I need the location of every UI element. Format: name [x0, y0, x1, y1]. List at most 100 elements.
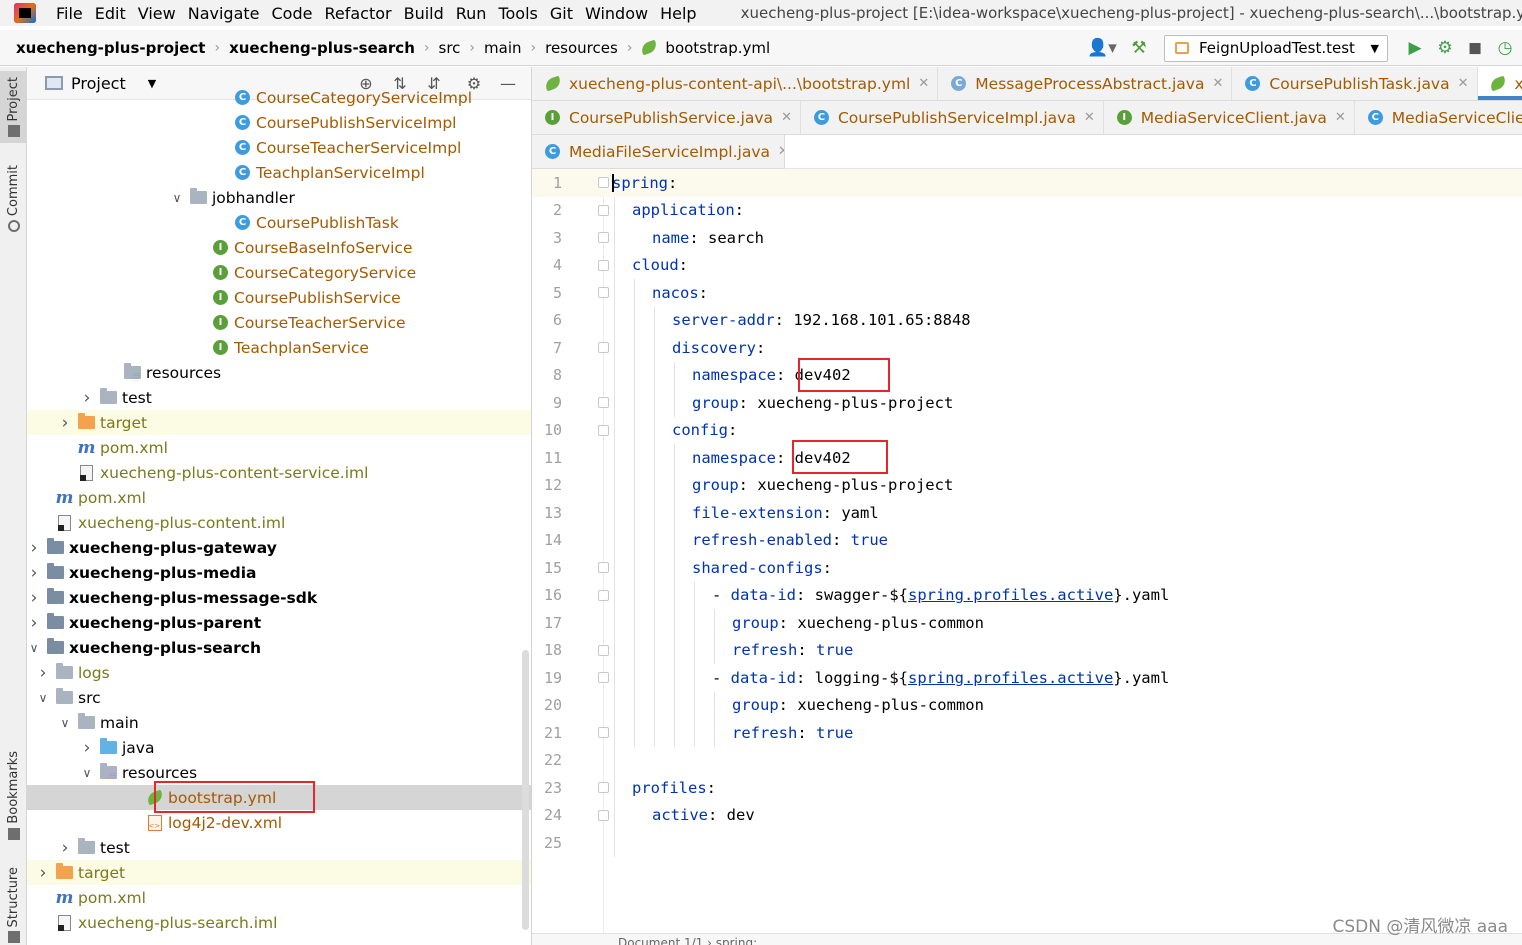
chevron-down-icon[interactable]: ∨ [36, 691, 50, 705]
tree-item-pom-xml[interactable]: m pom.xml [27, 885, 531, 910]
chevron-right-icon[interactable]: › [27, 538, 41, 558]
editor-tab-coursepublishtask-java[interactable]: C CoursePublishTask.java ✕ [1232, 67, 1478, 100]
tree-item-src[interactable]: ∨ src [27, 685, 531, 710]
menu-refactor[interactable]: Refactor [320, 4, 399, 23]
tree-item-logs[interactable]: › logs [27, 660, 531, 685]
tree-item-pom-xml[interactable]: m pom.xml [27, 485, 531, 510]
menu-navigate[interactable]: Navigate [184, 4, 268, 23]
tree-item-xuecheng-plus-parent[interactable]: › xuecheng-plus-parent [27, 610, 531, 635]
menu-code[interactable]: Code [268, 4, 321, 23]
menu-file[interactable]: File [52, 4, 91, 23]
breadcrumb-item-xuecheng-plus-search[interactable]: xuecheng-plus-search [225, 39, 419, 57]
editor-tab-coursepublishserviceimpl-java[interactable]: C CoursePublishServiceImpl.java ✕ [801, 101, 1104, 134]
intellij-logo-icon[interactable] [14, 3, 36, 23]
fold-icon[interactable] [598, 204, 609, 216]
close-icon[interactable]: ✕ [918, 76, 929, 91]
tree-item-xuecheng-plus-message-sdk[interactable]: › xuecheng-plus-message-sdk [27, 585, 531, 610]
tree-item-coursepublishserviceimpl[interactable]: C CoursePublishServiceImpl [27, 110, 531, 135]
menu-help[interactable]: Help [656, 4, 704, 23]
tree-item-courseteacherserviceimpl[interactable]: C CourseTeacherServiceImpl [27, 135, 531, 160]
breadcrumb-item-main[interactable]: main [480, 39, 525, 57]
menu-tools[interactable]: Tools [494, 4, 545, 23]
fold-end-icon[interactable] [598, 397, 609, 408]
breadcrumb-item-xuecheng-plus-project[interactable]: xuecheng-plus-project [12, 39, 209, 57]
tree-scrollbar[interactable] [522, 650, 529, 930]
chevron-right-icon[interactable]: › [27, 613, 41, 633]
code-editor[interactable]: 1 spring: 2 application: 3 name: search 4 cloud… [532, 169, 1522, 945]
tree-item-xuecheng-plus-search-iml[interactable]: xuecheng-plus-search.iml [27, 910, 531, 935]
tree-item-coursebaseinfoservice[interactable]: I CourseBaseInfoService [27, 235, 531, 260]
tool-window-project[interactable]: Project [0, 71, 27, 144]
tree-item-xuecheng-plus-content-iml[interactable]: xuecheng-plus-content.iml [27, 510, 531, 535]
fold-end-icon[interactable] [598, 809, 609, 821]
fold-end-icon[interactable] [598, 727, 609, 738]
tree-item-target[interactable]: › target [27, 410, 531, 435]
fold-icon[interactable] [598, 782, 609, 793]
fold-icon[interactable] [598, 287, 609, 298]
editor-tab-mediaserviceclient-java[interactable]: I MediaServiceClient.java ✕ [1104, 101, 1355, 134]
chevron-down-icon[interactable]: ∨ [58, 716, 72, 730]
menu-build[interactable]: Build [400, 4, 452, 23]
coverage-icon[interactable]: ◼ [1462, 35, 1488, 61]
breadcrumb-item-bootstrap-yml[interactable]: bootstrap.yml [637, 39, 774, 57]
tree-item-coursepublishservice[interactable]: I CoursePublishService [27, 285, 531, 310]
tool-window-commit[interactable]: Commit [0, 165, 27, 233]
tree-item-test[interactable]: › test [27, 385, 531, 410]
tree-item-jobhandler[interactable]: ∨ jobhandler [27, 185, 531, 210]
tree-item-teachplanservice[interactable]: I TeachplanService [27, 335, 531, 360]
tree-item-test[interactable]: › test [27, 835, 531, 860]
tool-window-bookmarks[interactable]: Bookmarks [0, 751, 27, 840]
chevron-right-icon[interactable]: › [36, 863, 50, 883]
tree-item-main[interactable]: ∨ main [27, 710, 531, 735]
tree-item-xuecheng-plus-gateway[interactable]: › xuecheng-plus-gateway [27, 535, 531, 560]
menu-view[interactable]: View [134, 4, 184, 23]
fold-icon[interactable] [598, 177, 609, 188]
close-icon[interactable]: ✕ [1212, 76, 1223, 91]
close-icon[interactable]: ✕ [1335, 110, 1346, 125]
chevron-right-icon[interactable]: › [36, 663, 50, 683]
tool-window-structure[interactable]: Structure [0, 867, 27, 944]
fold-icon[interactable] [598, 589, 609, 601]
menu-run[interactable]: Run [452, 4, 495, 23]
tree-item-target[interactable]: › target [27, 860, 531, 885]
user-icon[interactable]: 👤▾ [1082, 35, 1122, 61]
tree-item-resources[interactable]: resources [27, 360, 531, 385]
editor-tab-xuechen[interactable]: xuechen [1477, 67, 1522, 100]
menu-git[interactable]: Git [546, 4, 581, 23]
close-icon[interactable]: ✕ [781, 110, 792, 125]
fold-end-icon[interactable] [598, 644, 609, 656]
run-configuration-select[interactable]: FeignUploadTest.test ▼ [1164, 34, 1388, 62]
close-icon[interactable]: ✕ [1458, 76, 1469, 91]
breadcrumb-item-src[interactable]: src [435, 39, 465, 57]
close-icon[interactable]: ✕ [1084, 110, 1095, 125]
chevron-right-icon[interactable]: › [58, 838, 72, 858]
fold-end-icon[interactable] [598, 232, 609, 243]
fold-icon[interactable] [598, 672, 609, 683]
tree-item-courseteacherservice[interactable]: I CourseTeacherService [27, 310, 531, 335]
tree-item-log4j2-dev-xml[interactable]: log4j2-dev.xml [27, 810, 531, 835]
editor-tab-coursepublishservice-java[interactable]: I CoursePublishService.java ✕ [532, 101, 801, 134]
chevron-down-icon[interactable]: ∨ [80, 766, 94, 780]
tree-item-java[interactable]: › java [27, 735, 531, 760]
run-icon[interactable]: ▶ [1402, 35, 1428, 61]
fold-icon[interactable] [598, 424, 609, 436]
tree-item-teachplanserviceimpl[interactable]: C TeachplanServiceImpl [27, 160, 531, 185]
chevron-right-icon[interactable]: › [27, 563, 41, 583]
tree-item-pom-xml[interactable]: m pom.xml [27, 435, 531, 460]
editor-tab-mediafileserviceimpl-java[interactable]: C MediaFileServiceImpl.java ✕ [532, 135, 784, 168]
tree-item-xuecheng-plus-search[interactable]: ∨ xuecheng-plus-search [27, 635, 531, 660]
chevron-down-icon[interactable]: ∨ [170, 191, 184, 205]
breadcrumb-item-resources[interactable]: resources [541, 39, 622, 57]
fold-icon[interactable] [598, 342, 609, 353]
build-hammer-icon[interactable]: ⚒ [1126, 35, 1152, 61]
chevron-right-icon[interactable]: › [27, 588, 41, 608]
chevron-right-icon[interactable]: › [80, 738, 94, 758]
tree-item-xuecheng-plus-media[interactable]: › xuecheng-plus-media [27, 560, 531, 585]
chevron-right-icon[interactable]: › [58, 413, 72, 433]
tree-item-coursecategoryservice[interactable]: I CourseCategoryService [27, 260, 531, 285]
tree-item-coursepublishtask[interactable]: C CoursePublishTask [27, 210, 531, 235]
chevron-right-icon[interactable]: › [80, 388, 94, 408]
tree-item-xuecheng-plus-content-service-iml[interactable]: xuecheng-plus-content-service.iml [27, 460, 531, 485]
menu-window[interactable]: Window [581, 4, 656, 23]
chevron-down-icon[interactable]: ∨ [27, 641, 41, 655]
